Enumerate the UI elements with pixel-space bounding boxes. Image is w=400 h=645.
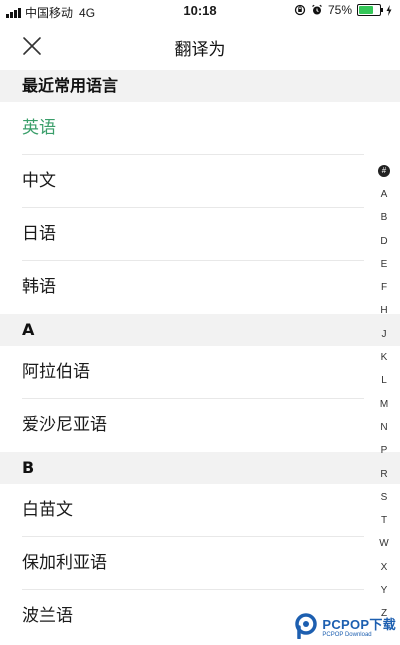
battery-percent: 75% — [327, 3, 352, 17]
section-header-b: B — [0, 452, 400, 484]
index-letter[interactable]: W — [379, 532, 388, 555]
watermark-sub: PCPOP Download — [322, 632, 372, 638]
index-letter[interactable]: H — [380, 299, 387, 322]
language-item[interactable]: 爱沙尼亚语 — [0, 399, 400, 452]
index-letter[interactable]: M — [380, 393, 388, 416]
language-item[interactable]: 保加利亚语 — [0, 537, 400, 590]
index-hash[interactable]: # — [378, 165, 390, 177]
battery-fill — [359, 6, 373, 14]
index-letter[interactable]: N — [380, 416, 387, 439]
watermark-text: PCPOP下载 PCPOP Download — [322, 614, 396, 638]
header: 翻译为 — [0, 22, 400, 70]
language-item[interactable]: 日语 — [0, 208, 400, 261]
index-letter[interactable]: F — [381, 276, 387, 299]
index-letter[interactable]: Y — [381, 579, 388, 602]
rotation-lock-icon — [294, 4, 306, 16]
index-letter[interactable]: E — [381, 253, 388, 276]
language-item[interactable]: 白苗文 — [0, 484, 400, 537]
watermark-main: PCPOP下载 — [322, 617, 396, 632]
section-header-a: A — [0, 314, 400, 346]
index-letter[interactable]: K — [381, 346, 388, 369]
language-item[interactable]: 韩语 — [0, 261, 400, 314]
status-bar: 中国移动 4G 10:18 75% — [0, 0, 400, 22]
index-letter[interactable]: P — [381, 439, 388, 462]
index-letter[interactable]: L — [381, 369, 387, 392]
index-letter[interactable]: T — [381, 509, 387, 532]
translate-target-screen: 中国移动 4G 10:18 75% 翻译为 最近常用语言 英语 中文 日语 韩语… — [0, 0, 400, 645]
charging-icon — [386, 4, 392, 16]
language-list: 最近常用语言 英语 中文 日语 韩语 A 阿拉伯语 爱沙尼亚语 B 白苗文 保加… — [0, 70, 400, 643]
language-item[interactable]: 阿拉伯语 — [0, 346, 400, 399]
index-letter[interactable]: X — [381, 556, 388, 579]
page-title: 翻译为 — [174, 40, 226, 60]
index-letter[interactable]: J — [382, 323, 387, 346]
status-right: 75% — [294, 3, 392, 17]
index-letter[interactable]: D — [380, 230, 387, 253]
index-letter[interactable]: S — [381, 486, 388, 509]
alarm-icon — [312, 4, 322, 15]
language-item[interactable]: 中文 — [0, 155, 400, 208]
alphabet-index: # A B D E F H J K L M N P R S T W X Y Z — [376, 160, 392, 626]
index-letter[interactable]: B — [381, 206, 388, 229]
language-item[interactable]: 英语 — [0, 102, 400, 155]
watermark: PCPOP下载 PCPOP Download — [293, 613, 396, 639]
battery-icon — [357, 4, 383, 16]
pcpop-logo-icon — [295, 613, 318, 639]
index-letter[interactable]: A — [381, 183, 388, 206]
index-letter[interactable]: R — [380, 463, 387, 486]
section-header-recent: 最近常用语言 — [0, 70, 400, 102]
